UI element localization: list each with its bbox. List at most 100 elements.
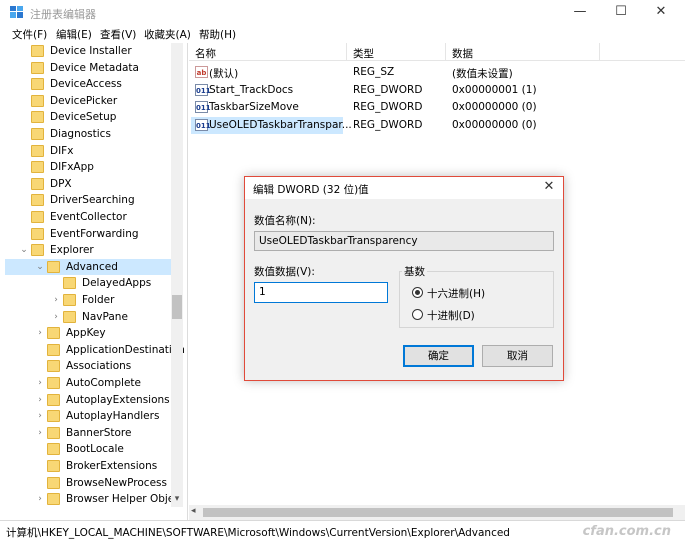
- folder-icon: [47, 327, 60, 340]
- tree-item[interactable]: Device Metadata: [5, 60, 183, 76]
- tree-item[interactable]: Device Installer: [5, 43, 183, 59]
- tree-item-label: DriverSearching: [50, 194, 135, 207]
- tree-item-label: BrokerExtensions: [66, 460, 158, 472]
- scroll-down-arrow-icon[interactable]: ▾: [171, 493, 183, 505]
- menu-favorites[interactable]: 收藏夹(A): [144, 27, 191, 42]
- value-name-label: 数值名称(N):: [254, 215, 316, 227]
- tree-item-label: Diagnostics: [50, 128, 111, 140]
- hex-radio-label[interactable]: 十六进制(H): [427, 286, 485, 301]
- table-row[interactable]: 011 Start_TrackDocs REG_DWORD 0x00000001 (1…: [189, 82, 685, 99]
- column-divider[interactable]: [346, 43, 347, 61]
- tree-item[interactable]: › Browser Helper Obje: [5, 491, 183, 507]
- list-horizontal-scrollbar[interactable]: ◂: [189, 505, 685, 520]
- chevron-right-icon[interactable]: ›: [35, 377, 45, 389]
- tree-item[interactable]: › AutoplayHandlers: [5, 408, 183, 424]
- table-row[interactable]: 011 UseOLEDTaskbarTranspar... REG_DWORD 0x0…: [189, 116, 685, 134]
- cell-name: Start_TrackDocs: [209, 83, 294, 96]
- menu-file[interactable]: 文件(F): [12, 27, 47, 42]
- tree-item-label: DIFxApp: [50, 161, 94, 174]
- chevron-right-icon[interactable]: ›: [51, 294, 61, 306]
- chevron-right-icon[interactable]: ›: [51, 311, 61, 323]
- cancel-button[interactable]: 取消: [482, 345, 553, 367]
- tree-item[interactable]: DeviceSetup: [5, 109, 183, 125]
- column-header-name[interactable]: 名称: [195, 46, 216, 61]
- tree-item[interactable]: ⌄ Explorer: [5, 242, 183, 258]
- tree-item[interactable]: Diagnostics: [5, 126, 183, 142]
- chevron-down-icon[interactable]: ⌄: [35, 261, 45, 273]
- chevron-down-icon[interactable]: ⌄: [19, 244, 29, 256]
- chevron-right-icon[interactable]: ›: [35, 394, 45, 406]
- cell-type: REG_DWORD: [353, 118, 423, 131]
- table-row[interactable]: ab (默认) REG_SZ (数值未设置): [189, 64, 685, 81]
- tree-item[interactable]: EventCollector: [5, 209, 183, 225]
- scroll-left-arrow-icon[interactable]: ◂: [191, 506, 196, 516]
- menu-edit[interactable]: 编辑(E): [56, 27, 92, 42]
- dialog-title: 编辑 DWORD (32 位)值: [253, 184, 369, 196]
- tree-item[interactable]: BrowseNewProcess: [5, 475, 183, 491]
- tree-item[interactable]: DIFx: [5, 143, 183, 159]
- tree-item[interactable]: › NavPane: [5, 309, 183, 325]
- tree-item[interactable]: Associations: [5, 358, 183, 374]
- folder-icon: [31, 227, 44, 240]
- chevron-right-icon[interactable]: ›: [35, 427, 45, 439]
- ok-button[interactable]: 确定: [403, 345, 474, 367]
- close-button[interactable]: ✕: [641, 0, 681, 25]
- chevron-right-icon[interactable]: ›: [35, 327, 45, 339]
- tree-item[interactable]: ApplicationDestination: [5, 342, 185, 358]
- tree-scroll-thumb[interactable]: [172, 295, 182, 319]
- table-row[interactable]: 011 TaskbarSizeMove REG_DWORD 0x00000000 (0…: [189, 99, 685, 116]
- tree-item[interactable]: BootLocale: [5, 441, 183, 457]
- list-header: 名称 类型 数据: [189, 43, 685, 61]
- tree-item-label: DIFx: [50, 144, 74, 157]
- list-scroll-thumb[interactable]: [203, 508, 673, 517]
- tree-item[interactable]: DeviceAccess: [5, 76, 183, 92]
- folder-icon: [63, 310, 76, 323]
- tree-item[interactable]: DPX: [5, 176, 183, 192]
- tree-vertical-scrollbar[interactable]: ▾: [171, 43, 183, 507]
- column-header-type[interactable]: 类型: [353, 46, 374, 61]
- chevron-right-icon[interactable]: ›: [35, 493, 45, 505]
- maximize-button[interactable]: ☐: [601, 0, 641, 25]
- registry-key-tree[interactable]: Device Installer Device Metadata DeviceAcc…: [5, 43, 188, 520]
- tree-item-label: Device Metadata: [50, 61, 139, 74]
- menu-view[interactable]: 查看(V): [100, 27, 136, 42]
- tree-item[interactable]: › AppKey: [5, 325, 183, 341]
- tree-item[interactable]: BrokerExtensions: [5, 458, 183, 474]
- dialog-titlebar: 编辑 DWORD (32 位)值 ✕: [245, 177, 563, 199]
- column-divider[interactable]: [599, 43, 600, 61]
- chevron-right-icon[interactable]: ›: [35, 410, 45, 422]
- tree-item[interactable]: DevicePicker: [5, 93, 183, 109]
- tree-item[interactable]: › AutoplayExtensions: [5, 392, 183, 408]
- tree-item[interactable]: DIFxApp: [5, 159, 183, 175]
- minimize-button[interactable]: —: [560, 0, 600, 25]
- cell-type: REG_SZ: [353, 66, 395, 78]
- folder-icon: [31, 61, 44, 74]
- tree-item[interactable]: ⌄ Advanced: [5, 258, 183, 275]
- hex-radio[interactable]: [412, 287, 423, 298]
- tree-item[interactable]: › BannerStore: [5, 425, 183, 441]
- tree-item[interactable]: › AutoComplete: [5, 375, 183, 391]
- cell-data: (数值未设置): [452, 68, 513, 80]
- tree-item[interactable]: DelayedApps: [5, 275, 183, 291]
- column-header-data[interactable]: 数据: [452, 46, 473, 61]
- dialog-close-icon[interactable]: ✕: [541, 179, 557, 195]
- tree-item-label: Browser Helper Obje: [66, 493, 175, 506]
- menu-help[interactable]: 帮助(H): [199, 27, 236, 42]
- window-title: 注册表编辑器: [30, 8, 96, 21]
- dec-radio[interactable]: [412, 309, 423, 320]
- tree-item[interactable]: EventForwarding: [5, 226, 183, 242]
- tree-item[interactable]: DriverSearching: [5, 192, 183, 208]
- dec-radio-label[interactable]: 十进制(D): [427, 308, 475, 323]
- cell-data: 0x00000000 (0): [452, 101, 537, 113]
- tree-item[interactable]: › Folder: [5, 292, 183, 308]
- column-divider[interactable]: [445, 43, 446, 61]
- value-data-input[interactable]: 1: [254, 282, 388, 303]
